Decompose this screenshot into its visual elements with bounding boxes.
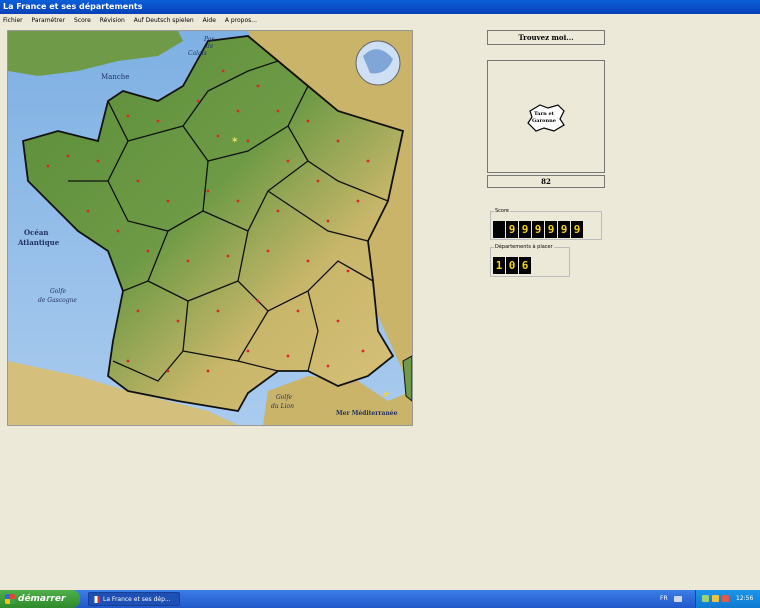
department-shape: Tarn et Garonne xyxy=(527,104,565,132)
menu-item-deutsch[interactable]: Auf Deutsch spielen xyxy=(134,17,194,24)
taskbar-window-button[interactable]: La France et ses dép... xyxy=(88,592,180,606)
windows-logo-icon xyxy=(5,594,15,604)
security-icon[interactable] xyxy=(712,595,719,602)
label-golfe-1: Golfe xyxy=(50,288,67,295)
remaining-digit: 6 xyxy=(519,257,531,274)
find-label: Trouvez moi... xyxy=(487,30,605,45)
network-icon[interactable] xyxy=(702,595,709,602)
menu-item-aide[interactable]: Aide xyxy=(203,17,216,24)
label-pas: Pas xyxy=(203,36,214,43)
label-manche: Manche xyxy=(101,73,129,81)
alert-icon[interactable] xyxy=(722,595,729,602)
score-digit: 9 xyxy=(506,221,518,238)
map-canvas[interactable]: ✶ ★ Manche Pas de Calais Océan Atlantiqu… xyxy=(8,31,412,425)
score-digit: 9 xyxy=(558,221,570,238)
label-atlantique: Atlantique xyxy=(17,238,60,247)
department-name-2: Garonne xyxy=(532,118,556,124)
label-mediterranee: Mer Méditerranée xyxy=(336,410,398,417)
window-title: La France et ses départements xyxy=(0,0,760,14)
menu-bar: Fichier Paramétrer Score Révision Auf De… xyxy=(0,14,760,27)
label-ocean: Océan xyxy=(24,228,48,237)
label-golfe-2: Golfe xyxy=(276,394,293,401)
start-button[interactable]: démarrer xyxy=(0,590,80,608)
department-code: 82 xyxy=(487,175,605,188)
label-calais: Calais xyxy=(188,50,207,57)
score-display: 9 9 9 9 9 9 xyxy=(493,221,583,238)
label-de: de xyxy=(206,43,214,50)
french-flag-icon xyxy=(92,596,100,603)
language-indicator[interactable]: FR xyxy=(660,590,668,608)
score-group: Score 9 9 9 9 9 9 xyxy=(490,208,602,240)
score-digit: 9 xyxy=(519,221,531,238)
corsica-star-icon: ★ xyxy=(382,390,390,400)
remaining-display: 1 0 6 xyxy=(493,257,531,274)
score-digit: 9 xyxy=(571,221,583,238)
france-map[interactable]: ✶ ★ Manche Pas de Calais Océan Atlantiqu… xyxy=(7,30,413,426)
taskbar-window-label: La France et ses dép... xyxy=(103,596,171,603)
menu-item-a-propos[interactable]: A propos... xyxy=(225,17,257,24)
remaining-digit: 0 xyxy=(506,257,518,274)
menu-item-parametrer[interactable]: Paramétrer xyxy=(32,17,66,24)
score-digit xyxy=(493,221,505,238)
paris-star-icon: ✶ xyxy=(231,136,239,146)
system-tray: 12:56 xyxy=(695,590,760,608)
remaining-legend: Départements à placer xyxy=(495,244,553,250)
department-name-1: Tarn et xyxy=(534,111,555,117)
score-digit: 9 xyxy=(545,221,557,238)
score-digit: 9 xyxy=(532,221,544,238)
menu-item-score[interactable]: Score xyxy=(74,17,91,24)
department-preview: Tarn et Garonne xyxy=(487,60,605,173)
start-label: démarrer xyxy=(18,594,66,604)
keyboard-icon[interactable] xyxy=(674,596,682,602)
menu-item-revision[interactable]: Révision xyxy=(100,17,125,24)
taskbar: démarrer La France et ses dép... FR 12:5… xyxy=(0,590,760,608)
remaining-digit: 1 xyxy=(493,257,505,274)
label-gascogne: de Gascogne xyxy=(38,297,77,304)
clock[interactable]: 12:56 xyxy=(736,590,753,608)
score-legend: Score xyxy=(495,208,510,214)
remaining-group: Départements à placer 1 0 6 xyxy=(490,244,570,277)
menu-item-fichier[interactable]: Fichier xyxy=(3,17,23,24)
label-lion: du Lion xyxy=(271,403,294,410)
